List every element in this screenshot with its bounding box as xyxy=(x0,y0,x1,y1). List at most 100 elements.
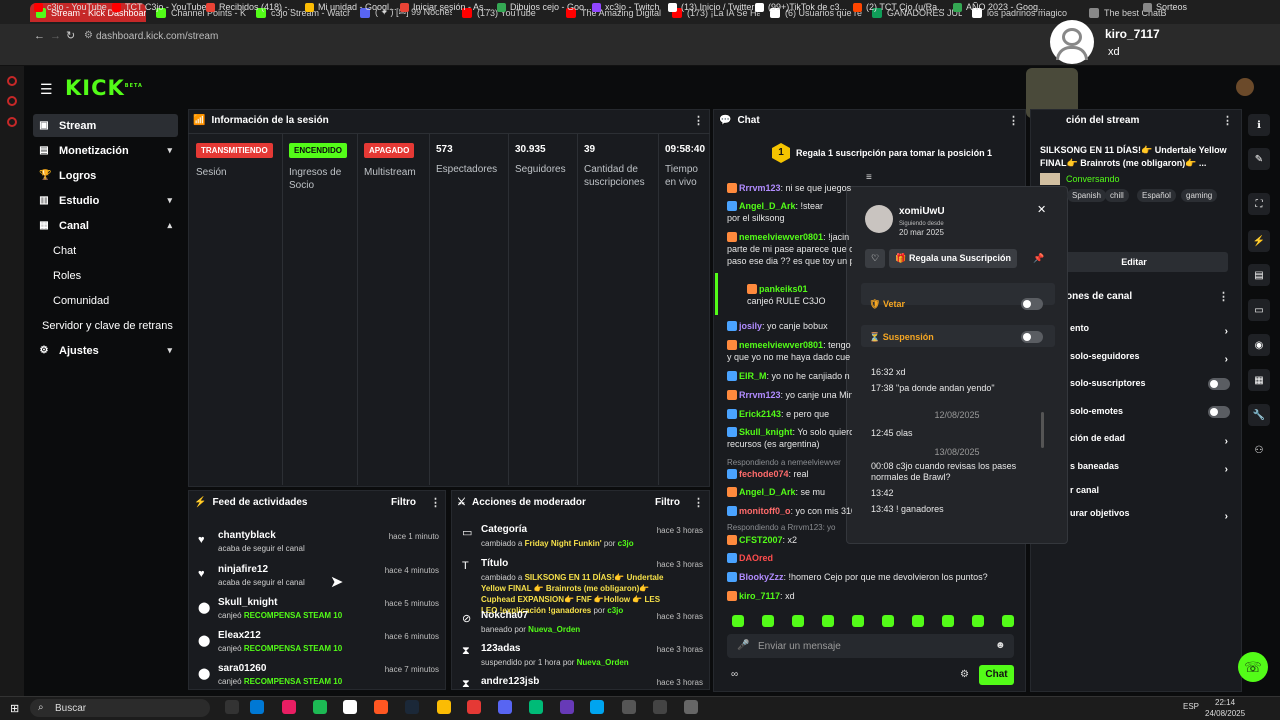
bookmark[interactable]: xc3jo - Twitch xyxy=(592,2,659,12)
chat-username[interactable]: Angel_D_Ark xyxy=(739,201,796,211)
chat-menu-icon[interactable]: ⋮ xyxy=(1008,114,1019,127)
layout-icon[interactable]: ▦ xyxy=(1248,369,1270,391)
emote-icon[interactable] xyxy=(762,615,774,627)
feed-item[interactable]: ♥ ninjafire12 acaba de seguir el canal hace… xyxy=(198,564,443,596)
stream-tag[interactable]: Español xyxy=(1137,189,1176,202)
channel-options-menu-icon[interactable]: ⋮ xyxy=(1218,290,1229,303)
gift-sub-button[interactable]: 🎁 Regala una Suscripción xyxy=(889,249,1017,268)
taskbar-app-icon[interactable] xyxy=(225,700,239,714)
chat-username[interactable]: nemeelviewver0801 xyxy=(739,340,823,350)
emote-icon[interactable] xyxy=(732,615,744,627)
feed-item[interactable]: ⬤ Eleax212 canjeó RECOMPENSA STEAM 10 hace … xyxy=(198,630,443,662)
infinity-icon[interactable]: ∞ xyxy=(731,669,738,680)
note-icon[interactable]: ▤ xyxy=(1248,264,1270,286)
feed-item[interactable]: ⬤ Skull_knight canjeó RECOMPENSA STEAM 10 h… xyxy=(198,597,443,629)
mod-filter-button[interactable]: Filtro xyxy=(655,497,680,508)
channel-option[interactable]: solo-emotes xyxy=(1040,406,1230,426)
mod-menu-icon[interactable]: ⋮ xyxy=(693,496,704,509)
chat-send-button[interactable]: Chat xyxy=(979,665,1014,685)
pinned-message[interactable]: Regala 1 suscripción para tomar la posic… xyxy=(796,148,992,158)
taskbar-app-icon[interactable] xyxy=(653,700,667,714)
sidebar-item[interactable]: ▤ Monetización ▾ xyxy=(33,139,178,162)
bookmark[interactable]: (99+)TikTok de c3... xyxy=(755,2,847,12)
chat-username[interactable]: Rrrvm123 xyxy=(739,183,781,193)
chat-username[interactable]: CFST2007 xyxy=(739,535,783,545)
collapse-icon[interactable]: ≡ xyxy=(866,172,872,183)
emote-icon[interactable] xyxy=(822,615,834,627)
bookmark[interactable]: AÑO 2023 - Goog... xyxy=(953,2,1046,12)
emote-icon[interactable] xyxy=(912,615,924,627)
taskbar-app-icon[interactable] xyxy=(374,700,388,714)
sidebar-item[interactable]: ▦ Canal ▴ xyxy=(33,214,178,237)
user-avatar[interactable] xyxy=(1236,78,1254,96)
taskbar-app-icon[interactable] xyxy=(529,700,543,714)
emoji-icon[interactable]: ☻ xyxy=(995,640,1006,651)
chat-username[interactable]: kiro_7117 xyxy=(739,591,780,601)
chat-username[interactable]: Angel_D_Ark xyxy=(739,487,796,497)
wrench-icon[interactable]: 🔧 xyxy=(1248,404,1270,426)
chat-username[interactable]: Skull_knight xyxy=(739,427,793,437)
sidebar-app-icon[interactable] xyxy=(7,117,17,127)
feed-item[interactable]: ♥ chantyblack acaba de seguir el canal hace… xyxy=(198,530,443,562)
emote-icon[interactable] xyxy=(882,615,894,627)
support-icon[interactable]: ☏ xyxy=(1238,652,1268,682)
reload-icon[interactable]: ↻ xyxy=(66,29,75,42)
mic-icon[interactable]: 🎤 xyxy=(737,640,749,651)
taskbar-app-icon[interactable] xyxy=(684,700,698,714)
follow-heart-button[interactable]: ♡ xyxy=(865,249,885,268)
url-field[interactable]: dashboard.kick.com/stream xyxy=(96,28,896,45)
bookmark[interactable]: Recibidos (418) -... xyxy=(206,2,295,12)
site-info-icon[interactable]: ⚙ xyxy=(84,30,93,41)
channel-option[interactable]: urar objetivos › xyxy=(1040,508,1230,528)
taskbar-time[interactable]: 22:14 xyxy=(1215,698,1235,707)
taskbar-app-icon[interactable] xyxy=(590,700,604,714)
stream-tag[interactable]: Spanish xyxy=(1067,189,1106,202)
taskbar-lang[interactable]: ESP xyxy=(1183,702,1199,711)
channel-option[interactable]: s baneadas › xyxy=(1040,461,1230,481)
sidebar-item[interactable]: ▥ Estudio ▾ xyxy=(33,189,178,212)
option-toggle[interactable] xyxy=(1208,378,1230,390)
taskbar-app-icon[interactable] xyxy=(498,700,512,714)
bookmark[interactable]: Mi unidad - Googl... xyxy=(305,2,397,12)
taskbar-date[interactable]: 24/08/2025 xyxy=(1205,709,1245,718)
emote-icon[interactable] xyxy=(942,615,954,627)
bookmark[interactable]: (13) Inicio / Twitter xyxy=(668,2,754,12)
emote-icon[interactable] xyxy=(972,615,984,627)
bookmark[interactable]: TCT C3jo - YouTube xyxy=(112,2,207,12)
menu-icon[interactable]: ☰ xyxy=(40,81,53,98)
chat-username[interactable]: fechode074 xyxy=(739,469,789,479)
bookmark[interactable]: (2) TCT Cjo (u/Ra... xyxy=(853,2,945,12)
chat-tool-icon[interactable]: ▭ xyxy=(1248,299,1270,321)
feed-filter-button[interactable]: Filtro xyxy=(391,497,416,508)
veto-toggle[interactable] xyxy=(1021,298,1043,310)
edit-icon[interactable]: ✎ xyxy=(1248,148,1270,170)
taskbar-app-icon[interactable] xyxy=(437,700,451,714)
emote-icon[interactable] xyxy=(852,615,864,627)
broadcast-icon[interactable]: ◉ xyxy=(1248,334,1270,356)
bookmark[interactable]: Iniciar sesión - As... xyxy=(400,2,491,12)
chat-username[interactable]: nemeelviewver0801 xyxy=(739,232,823,242)
edit-stream-button[interactable]: Editar xyxy=(1040,252,1228,272)
settings-icon[interactable]: ⚙ xyxy=(960,669,969,680)
sidebar-item[interactable]: Roles xyxy=(33,264,178,287)
taskbar-app-icon[interactable] xyxy=(467,700,481,714)
channel-option[interactable]: solo-seguidores › xyxy=(1040,351,1230,371)
taskbar-app-icon[interactable] xyxy=(282,700,296,714)
chat-username[interactable]: Erick2143 xyxy=(739,409,781,419)
fullscreen-icon[interactable]: ⛶ xyxy=(1248,193,1270,215)
taskbar-app-icon[interactable] xyxy=(622,700,636,714)
taskbar-app-icon[interactable] xyxy=(343,700,357,714)
stream-tag[interactable]: gaming xyxy=(1181,189,1218,202)
close-icon[interactable]: ✕ xyxy=(1037,203,1046,216)
chat-username[interactable]: EIR_M xyxy=(739,371,767,381)
chat-username[interactable]: josily xyxy=(739,321,762,331)
channel-option[interactable]: r canal xyxy=(1040,485,1230,505)
option-toggle[interactable] xyxy=(1208,406,1230,418)
emote-icon[interactable] xyxy=(792,615,804,627)
taskbar-app-icon[interactable] xyxy=(560,700,574,714)
feed-menu-icon[interactable]: ⋮ xyxy=(430,496,441,509)
kick-logo[interactable]: KICKBETA xyxy=(65,76,143,100)
channel-option[interactable]: solo-suscriptores xyxy=(1040,378,1230,398)
taskbar-app-icon[interactable] xyxy=(313,700,327,714)
channel-option[interactable]: ción de edad › xyxy=(1040,433,1230,453)
